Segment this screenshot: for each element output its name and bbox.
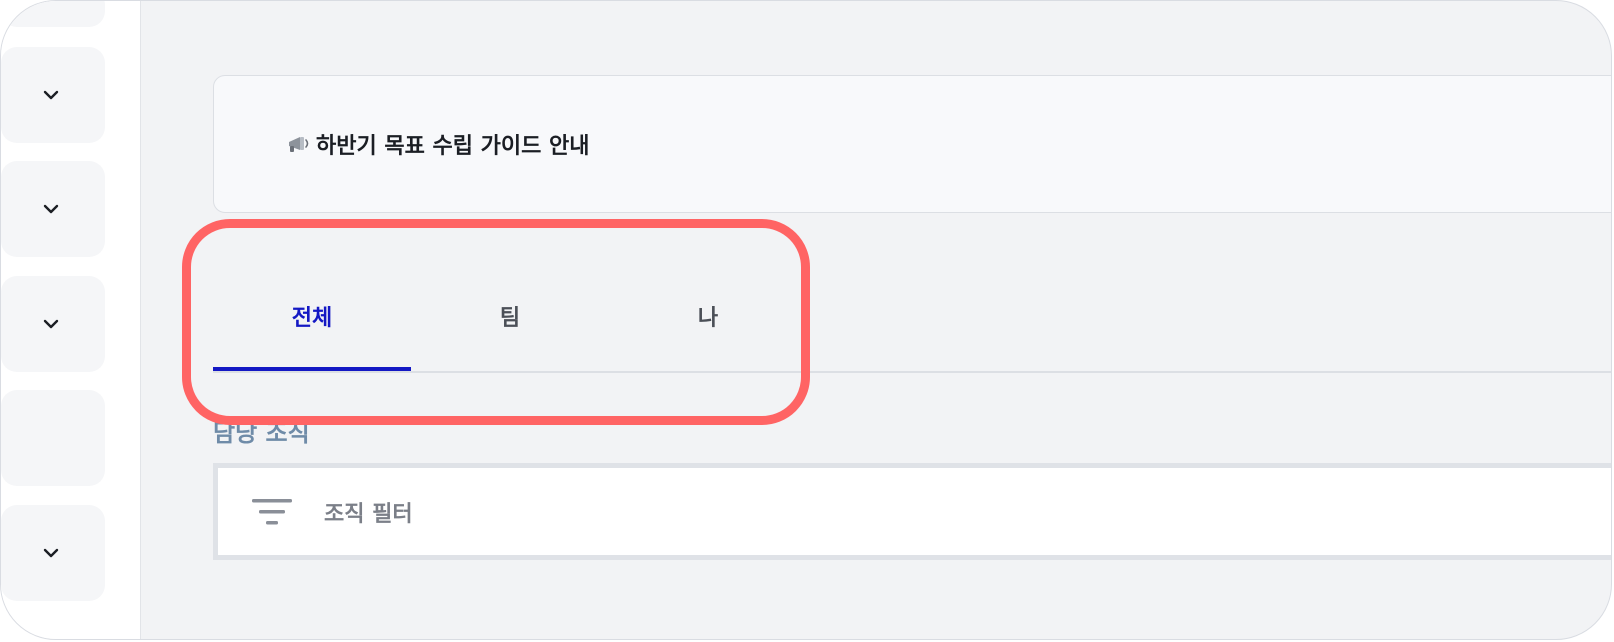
scope-tabs: 전체 팀 나 — [213, 259, 1611, 373]
tab-me-label: 나 — [697, 306, 719, 331]
left-sidebar — [1, 1, 141, 639]
chevron-down-icon[interactable] — [41, 199, 61, 219]
app-window: 하반기 목표 수립 가이드 안내 전체 팀 나 담당 조직 조직 필터 — [0, 0, 1612, 640]
megaphone-icon — [286, 131, 312, 157]
chevron-down-icon[interactable] — [41, 543, 61, 563]
notice-title: 하반기 목표 수립 가이드 안내 — [316, 134, 590, 159]
tab-all[interactable]: 전체 — [213, 259, 411, 373]
sidebar-collapsible-item-5[interactable] — [1, 505, 105, 601]
chevron-down-icon[interactable] — [41, 85, 61, 105]
tab-team[interactable]: 팀 — [411, 259, 609, 373]
tab-all-label: 전체 — [291, 306, 333, 331]
sidebar-collapsible-item-1[interactable] — [1, 47, 105, 143]
notice-banner[interactable]: 하반기 목표 수립 가이드 안내 — [213, 75, 1611, 213]
tab-team-label: 팀 — [499, 306, 521, 331]
sidebar-collapsible-item-2[interactable] — [1, 161, 105, 257]
notice-title-row[interactable]: 하반기 목표 수립 가이드 안내 — [286, 128, 590, 160]
tabs-divider — [213, 371, 1611, 373]
filter-icon[interactable] — [250, 495, 294, 529]
sidebar-item-4[interactable] — [1, 390, 105, 486]
sidebar-collapsible-item-3[interactable] — [1, 276, 105, 372]
sidebar-card-partial[interactable] — [1, 1, 105, 27]
org-filter-input[interactable]: 조직 필터 — [213, 463, 1611, 560]
org-filter-placeholder: 조직 필터 — [324, 501, 413, 527]
chevron-down-icon[interactable] — [41, 314, 61, 334]
section-label-owner-org: 담당 조직 — [213, 419, 310, 447]
tab-me[interactable]: 나 — [609, 259, 807, 373]
